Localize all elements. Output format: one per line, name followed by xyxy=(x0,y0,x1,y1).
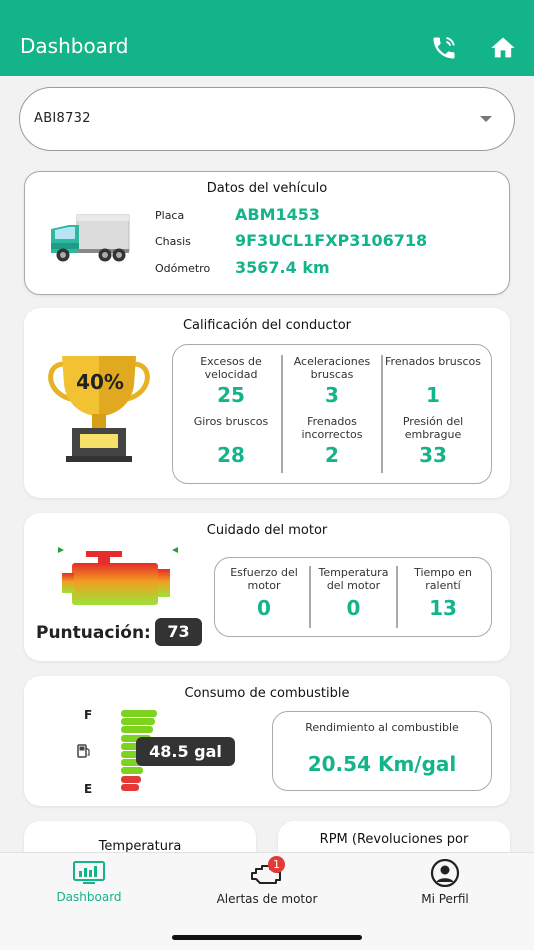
stat-idle-time: Tiempo en ralentí 13 xyxy=(414,566,472,620)
nav-profile-label: Mi Perfil xyxy=(421,892,469,906)
fuel-gauge-segment xyxy=(121,718,155,726)
chassis-value: 9F3UCL1FXP3106718 xyxy=(235,231,428,250)
stat-incorrect-braking: Frenados incorrectos 2 xyxy=(301,415,363,467)
stat-clutch-pressure: Presión del embrague 33 xyxy=(402,415,464,467)
phone-icon[interactable] xyxy=(430,34,458,62)
nav-dashboard[interactable]: Dashboard xyxy=(0,853,178,923)
profile-icon xyxy=(430,859,460,887)
engine-score-badge: 73 xyxy=(155,618,202,646)
vehicle-select[interactable]: ABI8732 xyxy=(19,87,515,151)
home-icon[interactable] xyxy=(489,34,517,62)
plate-value: ABM1453 xyxy=(235,205,321,224)
fuel-gauge-segment xyxy=(121,783,139,791)
fuel-level-badge: 48.5 gal xyxy=(136,737,235,766)
fuel-gauge-segment xyxy=(121,775,141,783)
fuel-consumption-card: Consumo de combustible F E 48.5 gal Rend… xyxy=(24,676,510,806)
chevron-down-icon[interactable] xyxy=(480,116,492,122)
fuel-title: Consumo de combustible xyxy=(184,686,350,701)
stat-harsh-braking: Frenados bruscos 1 xyxy=(385,355,481,407)
rpm-title: RPM (Revoluciones por xyxy=(319,832,469,847)
fuel-pump-icon xyxy=(77,744,90,758)
stat-engine-temperature: Temperatura del motor 0 xyxy=(318,566,389,620)
fuel-empty-label: E xyxy=(84,782,93,796)
alert-count-badge: 1 xyxy=(268,856,285,873)
driver-rating-card: Calificación del conductor 40% Excesos d… xyxy=(24,308,510,498)
nav-engine-alerts[interactable]: 1 Alertas de motor xyxy=(178,853,356,923)
vehicle-select-value: ABI8732 xyxy=(34,111,91,126)
vehicle-data-card: Datos del vehículo Placa ABM1453 Chasis … xyxy=(24,171,510,295)
engine-care-card: Cuidado del motor Puntuación: 73 Esfuerz… xyxy=(24,513,510,661)
chassis-label: Chasis xyxy=(155,235,191,248)
app-bar: Dashboard xyxy=(0,0,534,76)
vehicle-data-title: Datos del vehículo xyxy=(206,181,328,196)
fuel-efficiency-value: 20.54 Km/gal xyxy=(307,752,457,776)
fuel-full-label: F xyxy=(84,708,93,722)
fuel-gauge-segment xyxy=(121,726,153,734)
stat-engine-effort: Esfuerzo del motor 0 xyxy=(230,566,298,620)
driver-rating-percent: 40% xyxy=(76,370,124,394)
odometer-label: Odómetro xyxy=(155,262,211,275)
fuel-efficiency-box: Rendimiento al combustible 20.54 Km/gal xyxy=(272,711,492,791)
driver-stats-box: Excesos de velocidad 25 Aceleraciones br… xyxy=(172,344,492,484)
fuel-efficiency-label: Rendimiento al combustible xyxy=(305,721,459,734)
odometer-value: 3567.4 km xyxy=(235,258,330,277)
driver-rating-title: Calificación del conductor xyxy=(182,318,352,333)
truck-icon xyxy=(51,214,130,262)
fuel-gauge-segment xyxy=(121,767,143,775)
stat-harsh-acceleration: Aceleraciones bruscas 3 xyxy=(293,355,371,407)
dashboard-monitor-icon xyxy=(73,861,105,884)
page-title: Dashboard xyxy=(20,34,129,58)
engine-score-label: Puntuación: xyxy=(36,623,151,643)
nav-engine-alerts-label: Alertas de motor xyxy=(216,892,318,906)
stat-speeding: Excesos de velocidad 25 xyxy=(200,355,262,407)
plate-label: Placa xyxy=(155,209,185,222)
nav-profile[interactable]: Mi Perfil xyxy=(356,853,534,923)
engine-icon xyxy=(58,547,178,605)
stat-harsh-turns: Giros bruscos 28 xyxy=(193,415,269,467)
engine-care-title: Cuidado del motor xyxy=(206,523,328,538)
engine-stats-box: Esfuerzo del motor 0 Temperatura del mot… xyxy=(214,557,492,637)
fuel-gauge-segment xyxy=(121,710,157,717)
nav-dashboard-label: Dashboard xyxy=(56,890,122,904)
home-indicator xyxy=(172,935,362,940)
